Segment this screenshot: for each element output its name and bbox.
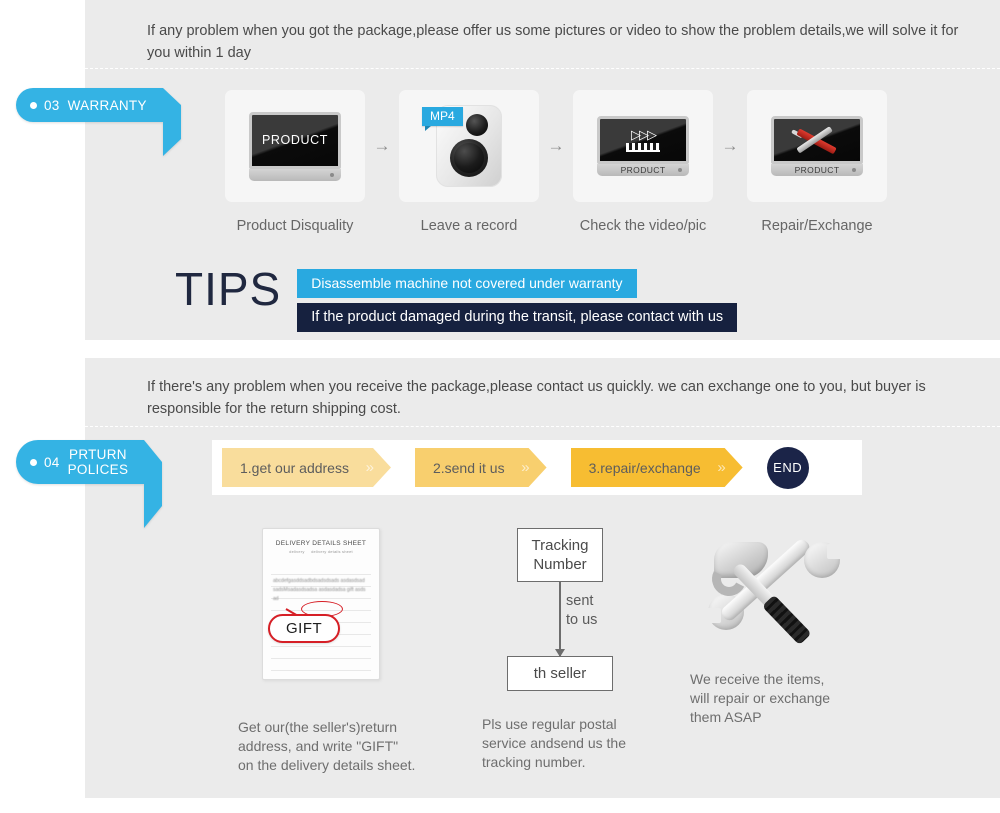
section-tag-warranty[interactable]: 03 WARRANTY [16, 88, 181, 156]
returns-tag-label-line2: POLICES [67, 462, 129, 477]
chevron-right-icon: » [521, 459, 527, 476]
warranty-step-2: ▷▷▷ PRODUCT Check the video/pic [573, 90, 713, 234]
warranty-step-2-card: ▷▷▷ PRODUCT [573, 90, 713, 202]
delivery-sheet-icon: DELIVERY DETAILS SHEET delivery delivery… [262, 528, 380, 680]
warranty-divider [85, 68, 1000, 69]
wrench-head-upper-icon [804, 542, 842, 578]
clapper-stripes [626, 142, 660, 152]
flow-step-0-label: 1.get our address [240, 459, 349, 476]
warranty-step-3: PRODUCT Repair/Exchange [747, 90, 887, 234]
returns-tag-number: 04 [44, 454, 60, 470]
sheet-body-text: abcdefgasddsadbdsadsdsads asdasdsadsadsM… [273, 578, 366, 602]
returns-flow-card: 1.get our address » 2.send it us » 3.rep… [212, 440, 862, 495]
arrow-right-icon-1: → [547, 136, 565, 155]
figure-0-caption: Get our(the seller's)return address, and… [238, 719, 416, 773]
arrow-head-icon [555, 649, 565, 657]
monitor-base [249, 168, 341, 181]
arrow-right-icon-2: → [721, 136, 739, 155]
returns-tag-label: PRTURN POLICES [68, 447, 129, 477]
warranty-step-1: MP4 Leave a record [399, 90, 539, 234]
monitor-base-label: PRODUCT [597, 164, 689, 176]
promo-page: If any problem when you got the package,… [0, 0, 1000, 813]
camera-lens-small-icon [466, 114, 488, 136]
chevron-right-icon: » [365, 459, 371, 476]
flow-step-send-it-us[interactable]: 2.send it us » [415, 448, 547, 487]
warranty-tag-number: 03 [44, 97, 60, 113]
monitor-screen: ▷▷▷ [597, 116, 689, 164]
figure-delivery-sheet: DELIVERY DETAILS SHEET delivery delivery… [230, 528, 420, 775]
flow-step-2-label: 3.repair/exchange [588, 459, 701, 476]
flow-step-get-address[interactable]: 1.get our address » [222, 448, 391, 487]
tracking-number-box: Tracking Number [516, 528, 604, 582]
hammer-wrench-icon [706, 534, 856, 652]
sheet-subtitle: delivery delivery details sheet [263, 549, 379, 554]
warranty-step-0: PRODUCT Product Disquality [225, 90, 365, 234]
flow-arrow-down: sent to us [470, 582, 650, 657]
chevron-right-icon: » [717, 459, 723, 476]
mp4-badge: MP4 [422, 107, 463, 131]
tips-block: TIPS Disassemble machine not covered und… [175, 263, 1000, 337]
returns-tag-label-line1: PRTURN [69, 447, 127, 462]
clapper-chevrons: ▷▷▷ [631, 126, 657, 142]
warranty-tag-label: WARRANTY [67, 97, 147, 113]
figure-1-caption: Pls use regular postal service andsend u… [482, 716, 626, 770]
monitor-base-label: PRODUCT [771, 164, 863, 176]
screwdriver-wrench-icon [791, 120, 842, 160]
warranty-step-0-card: PRODUCT [225, 90, 365, 202]
arrow-right-icon-0: → [373, 136, 391, 155]
warranty-steps-list: PRODUCT Product Disquality → MP4 Leave a… [225, 90, 887, 234]
power-led-icon [852, 168, 856, 172]
gift-callout: GIFT [268, 614, 341, 643]
sheet-sub-left: delivery [289, 549, 305, 554]
returns-intro-text: If there's any problem when you receive … [147, 379, 926, 417]
warranty-step-1-card: MP4 [399, 90, 539, 202]
hammer-grip [761, 594, 812, 646]
clapper-board-icon: ▷▷▷ [626, 126, 660, 152]
monitor-icon: PRODUCT [249, 111, 341, 181]
tips-bars: Disassemble machine not covered under wa… [297, 269, 1000, 337]
camera-icon: MP4 [422, 105, 502, 187]
flow-step-repair-exchange[interactable]: 3.repair/exchange » [571, 448, 743, 487]
figure-tools: We receive the items, will repair or exc… [690, 534, 856, 727]
sheet-title: DELIVERY DETAILS SHEET [275, 540, 367, 547]
power-led-icon [678, 168, 682, 172]
camera-lens-big-icon [450, 139, 488, 177]
bullet-dot-icon [30, 458, 37, 466]
monitor-clapper-icon: ▷▷▷ PRODUCT [597, 116, 689, 176]
monitor-screen [771, 116, 863, 164]
warranty-step-1-label: Leave a record [420, 218, 518, 234]
tips-heading: TIPS [175, 263, 282, 315]
tip-bar-warranty: Disassemble machine not covered under wa… [297, 269, 637, 298]
flow-step-1-label: 2.send it us [432, 459, 505, 476]
warranty-step-3-label: Repair/Exchange [761, 218, 873, 234]
tip-bar-transit: If the product damaged during the transi… [297, 303, 738, 332]
arrow-line [559, 582, 561, 656]
warranty-step-0-label: Product Disquality [236, 218, 354, 234]
section-tag-returns[interactable]: 04 PRTURN POLICES [16, 440, 163, 528]
returns-divider [85, 426, 1000, 427]
warranty-step-2-label: Check the video/pic [579, 218, 707, 234]
flow-end-badge: END [766, 446, 809, 489]
warranty-intro-text: If any problem when you got the package,… [147, 23, 959, 61]
bullet-dot-icon [30, 101, 37, 109]
seller-box: th seller [506, 656, 614, 691]
power-led-icon [330, 172, 334, 177]
figure-2-caption: We receive the items, will repair or exc… [690, 671, 831, 725]
figure-tracking-flow: Tracking Number sent to us th seller Pls… [470, 528, 650, 772]
warranty-step-3-card: PRODUCT [747, 90, 887, 202]
monitor-tools-icon: PRODUCT [771, 116, 863, 176]
sheet-sub-right: delivery details sheet [311, 549, 353, 554]
flow-arrow-label: sent to us [566, 593, 598, 628]
monitor-screen-text: PRODUCT [249, 111, 341, 169]
